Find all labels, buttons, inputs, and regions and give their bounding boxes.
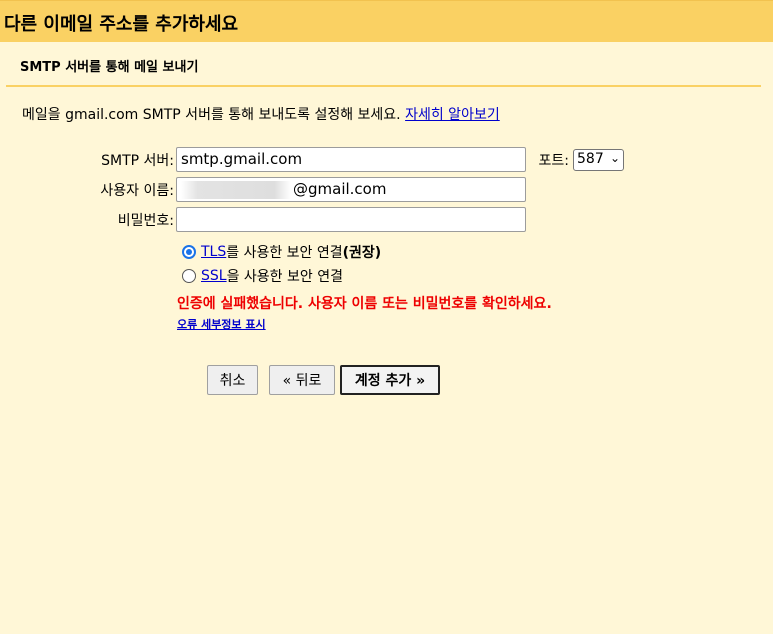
section-divider xyxy=(6,85,761,87)
section-subtitle: SMTP 서버를 통해 메일 보내기 xyxy=(20,60,199,75)
username-input[interactable]: @gmail.com xyxy=(176,177,526,202)
port-value: 587 xyxy=(577,151,604,167)
port-select[interactable]: 587 ⌄ xyxy=(573,149,624,171)
title-bar: 다른 이메일 주소를 추가하세요 xyxy=(0,0,773,42)
password-input[interactable] xyxy=(176,207,526,232)
redacted-username xyxy=(181,180,291,199)
ssl-text: 을 사용한 보안 연결 xyxy=(226,269,343,285)
tls-option[interactable]: TLS 를 사용한 보안 연결 (권장) xyxy=(182,242,381,262)
error-message: 인증에 실패했습니다. 사용자 이름 또는 비밀번호를 확인하세요. xyxy=(177,296,552,312)
chevron-down-icon: ⌄ xyxy=(609,151,620,165)
password-label: 비밀번호: xyxy=(117,213,174,229)
username-label: 사용자 이름: xyxy=(100,183,174,199)
ssl-option[interactable]: SSL 을 사용한 보안 연결 xyxy=(182,266,343,286)
tls-recommended: (권장) xyxy=(342,245,382,261)
add-account-button[interactable]: 계정 추가 » xyxy=(340,365,440,395)
username-domain: @gmail.com xyxy=(293,180,387,198)
learn-more-link[interactable]: 자세히 알아보기 xyxy=(405,107,500,123)
tls-link[interactable]: TLS xyxy=(201,244,226,260)
port-label: 포트: xyxy=(538,153,569,169)
tls-radio[interactable] xyxy=(182,245,196,259)
description: 메일을 gmail.com SMTP 서버를 통해 보내도록 설정해 보세요. … xyxy=(22,104,500,124)
smtp-server-label: SMTP 서버: xyxy=(101,153,174,169)
cancel-button[interactable]: 취소 xyxy=(207,365,258,395)
ssl-link[interactable]: SSL xyxy=(201,268,227,284)
ssl-radio[interactable] xyxy=(182,269,196,283)
page-title: 다른 이메일 주소를 추가하세요 xyxy=(4,14,239,35)
error-details-link[interactable]: 오류 세부정보 표시 xyxy=(177,316,266,332)
tls-text: 를 사용한 보안 연결 xyxy=(226,245,343,261)
back-button[interactable]: « 뒤로 xyxy=(269,365,335,395)
description-text: 메일을 gmail.com SMTP 서버를 통해 보내도록 설정해 보세요. xyxy=(22,107,401,123)
